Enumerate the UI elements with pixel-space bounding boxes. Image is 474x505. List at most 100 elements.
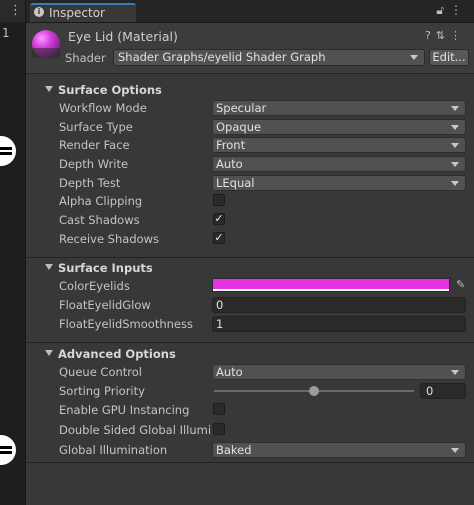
gpu-instancing-checkbox[interactable] [213, 403, 225, 415]
gpu-instancing-row: Enable GPU Instancing [26, 401, 474, 419]
depth-test-row: Depth Test LEqual [26, 174, 474, 192]
alpha-clipping-row: Alpha Clipping [26, 192, 474, 210]
header-icons: ?⇅⋮ [425, 29, 466, 42]
divider [26, 342, 474, 343]
left-panel-number: 1 [2, 26, 10, 40]
foldout-arrow-icon [45, 86, 53, 92]
eyedropper-icon[interactable]: ✎ [456, 278, 465, 291]
sorting-priority-label: Sorting Priority [59, 384, 145, 398]
chevron-down-icon [451, 162, 459, 167]
receive-shadows-row: Receive Shadows ✓ [26, 230, 474, 248]
global-illumination-dropdown[interactable]: Baked [212, 442, 466, 458]
surface-type-dropdown[interactable]: Opaque [212, 119, 466, 135]
left-panel-strip: ⋮ 1 [0, 0, 26, 505]
surface-inputs-header[interactable]: Surface Inputs [26, 259, 474, 277]
workflow-mode-row: Workflow Mode Specular [26, 99, 474, 117]
tab-inspector[interactable]: i Inspector [30, 3, 136, 22]
divider [26, 73, 474, 74]
divider [26, 257, 474, 258]
chevron-down-icon [410, 55, 418, 60]
advanced-options-header[interactable]: Advanced Options [26, 345, 474, 363]
queue-control-dropdown[interactable]: Auto [212, 364, 466, 380]
queue-control-label: Queue Control [59, 365, 143, 379]
surface-type-row: Surface Type Opaque [26, 118, 474, 136]
global-illumination-label: Global Illumination [59, 443, 168, 457]
info-icon: i [34, 7, 44, 17]
material-title: Eye Lid (Material) [68, 29, 178, 44]
double-sided-gi-label: Double Sided Global Illuminati [59, 423, 212, 437]
cast-shadows-row: Cast Shadows ✓ [26, 211, 474, 229]
eyelid-smoothness-label: FloatEyelidSmoothness [59, 317, 193, 331]
double-sided-gi-checkbox[interactable] [213, 423, 225, 435]
foldout-arrow-icon [45, 264, 53, 270]
section-title: Advanced Options [58, 347, 176, 361]
lock-icon[interactable]: 🔓︎ [436, 3, 450, 17]
depth-test-label: Depth Test [59, 176, 121, 190]
double-sided-gi-row: Double Sided Global Illuminati [26, 421, 474, 439]
tab-menu-icon[interactable]: ⋮ [450, 3, 468, 17]
eyelid-glow-field[interactable]: 0 [212, 297, 466, 313]
global-illumination-row: Global Illumination Baked [26, 441, 474, 459]
receive-shadows-checkbox[interactable]: ✓ [213, 232, 225, 244]
alpha-clipping-label: Alpha Clipping [59, 194, 143, 208]
render-face-label: Render Face [59, 138, 130, 152]
shader-dropdown[interactable]: Shader Graphs/eyelid Shader Graph [113, 49, 425, 66]
preset-icon[interactable]: ⇅ [436, 29, 450, 42]
header-menu-icon[interactable]: ⋮ [450, 29, 466, 42]
left-panel-menu-icon[interactable]: ⋮ [9, 3, 22, 18]
menu-badge-icon [0, 435, 16, 465]
tab-bar: i Inspector 🔓︎⋮ [26, 0, 474, 23]
cast-shadows-checkbox[interactable]: ✓ [213, 213, 225, 225]
dropdown-value: LEqual [216, 176, 255, 190]
depth-test-dropdown[interactable]: LEqual [212, 175, 466, 191]
depth-write-row: Depth Write Auto [26, 155, 474, 173]
divider [26, 462, 474, 463]
shader-value: Shader Graphs/eyelid Shader Graph [118, 50, 326, 64]
workflow-mode-label: Workflow Mode [59, 101, 147, 115]
surface-options-header[interactable]: Surface Options [26, 81, 474, 99]
dropdown-value: Baked [216, 443, 252, 457]
eyelid-glow-label: FloatEyelidGlow [59, 298, 151, 312]
edit-shader-button[interactable]: Edit... [429, 49, 469, 66]
render-face-row: Render Face Front [26, 136, 474, 154]
render-face-dropdown[interactable]: Front [212, 137, 466, 153]
color-eyelids-swatch[interactable] [212, 278, 450, 292]
chevron-down-icon [451, 125, 459, 130]
material-sphere-icon [32, 30, 60, 58]
workflow-mode-dropdown[interactable]: Specular [212, 100, 466, 116]
sorting-priority-field[interactable]: 0 [420, 383, 466, 399]
chevron-down-icon [451, 370, 459, 375]
gpu-instancing-label: Enable GPU Instancing [59, 403, 190, 417]
depth-write-dropdown[interactable]: Auto [212, 156, 466, 172]
chevron-down-icon [451, 106, 459, 111]
chevron-down-icon [451, 181, 459, 186]
eyelid-smoothness-field[interactable]: 1 [212, 316, 466, 332]
eyelid-glow-row: FloatEyelidGlow 0 [26, 296, 474, 314]
tab-label: Inspector [49, 6, 105, 20]
section-title: Surface Options [58, 83, 162, 97]
cast-shadows-label: Cast Shadows [59, 213, 140, 227]
help-icon[interactable]: ? [425, 29, 436, 42]
receive-shadows-label: Receive Shadows [59, 232, 160, 246]
dropdown-value: Auto [216, 365, 243, 379]
surface-type-label: Surface Type [59, 120, 133, 134]
queue-control-row: Queue Control Auto [26, 363, 474, 381]
foldout-arrow-icon [45, 350, 53, 356]
tab-actions: 🔓︎⋮ [436, 3, 468, 18]
eyelid-smoothness-row: FloatEyelidSmoothness 1 [26, 315, 474, 333]
color-eyelids-label: ColorEyelids [59, 279, 130, 293]
dropdown-value: Auto [216, 157, 243, 171]
dropdown-value: Front [216, 138, 246, 152]
slider-handle[interactable] [309, 386, 319, 396]
dropdown-value: Specular [216, 101, 267, 115]
section-title: Surface Inputs [58, 261, 153, 275]
depth-write-label: Depth Write [59, 157, 129, 171]
chevron-down-icon [451, 143, 459, 148]
menu-badge-icon [0, 136, 16, 166]
chevron-down-icon [451, 448, 459, 453]
color-eyelids-row: ColorEyelids ✎ [26, 277, 474, 295]
left-panel-header: ⋮ [0, 0, 25, 22]
sorting-priority-row: Sorting Priority 0 [26, 382, 474, 400]
alpha-clipping-checkbox[interactable] [213, 194, 225, 206]
dropdown-value: Opaque [216, 120, 262, 134]
